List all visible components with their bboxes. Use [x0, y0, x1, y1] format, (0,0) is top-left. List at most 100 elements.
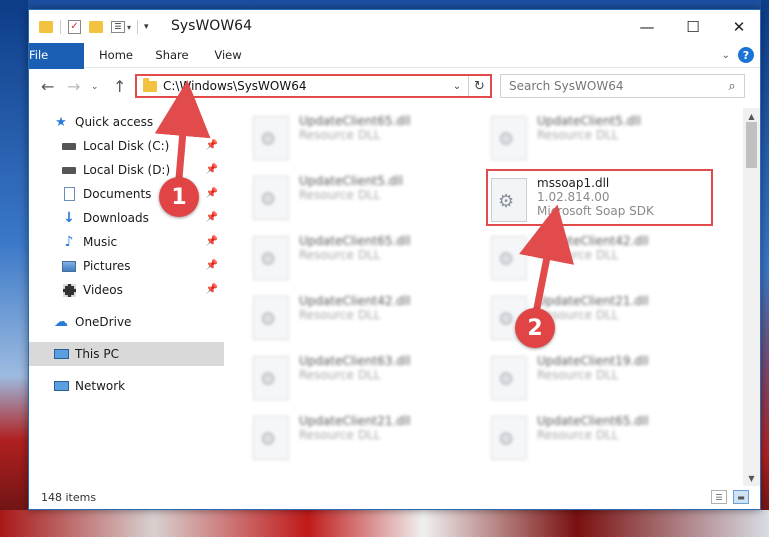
- dll-file-icon: ⚙: [253, 176, 289, 220]
- file-name: UpdateClient19.dll: [537, 354, 649, 368]
- file-name: UpdateClient21.dll: [299, 414, 411, 428]
- network-icon: [53, 379, 69, 393]
- chevron-down-icon[interactable]: ⌄: [450, 81, 464, 92]
- sidebar-item-downloads[interactable]: ↓ Downloads 📌: [29, 206, 224, 230]
- dll-file-icon: ⚙: [491, 416, 527, 460]
- dll-file-icon: ⚙: [253, 116, 289, 160]
- file-description: Resource DLL: [299, 368, 381, 382]
- list-item[interactable]: ⚙ UpdateClient65.dll Resource DLL: [491, 414, 711, 470]
- customize-icon[interactable]: ☰: [111, 21, 125, 33]
- download-icon: ↓: [63, 210, 75, 226]
- file-name: UpdateClient65.dll: [537, 414, 649, 428]
- sidebar-item-local-disk-d[interactable]: Local Disk (D:) 📌: [29, 158, 224, 182]
- sidebar-item-label: Documents: [83, 187, 152, 201]
- search-box[interactable]: ⌕: [500, 74, 745, 98]
- separator: [137, 20, 139, 34]
- file-name: UpdateClient65.dll: [299, 234, 411, 248]
- sidebar-item-label: This PC: [75, 347, 119, 361]
- vertical-scrollbar[interactable]: ▲ ▼: [743, 108, 760, 486]
- search-icon[interactable]: ⌕: [720, 79, 744, 94]
- pin-icon[interactable]: 📌: [206, 188, 218, 199]
- properties-icon[interactable]: ✓: [68, 20, 81, 34]
- list-item[interactable]: ⚙ UpdateClient5.dll Resource DLL: [491, 114, 711, 170]
- sidebar-item-label: Pictures: [83, 259, 131, 273]
- pin-icon[interactable]: 📌: [206, 212, 218, 223]
- ribbon-controls: ⌄ ?: [722, 47, 754, 63]
- drive-icon: [61, 139, 77, 153]
- chevron-down-icon[interactable]: ▾: [127, 23, 131, 32]
- sidebar-item-this-pc[interactable]: This PC: [29, 342, 224, 366]
- large-icons-view-icon[interactable]: ▬: [733, 490, 749, 504]
- dropdown-icon[interactable]: ▾: [144, 22, 149, 32]
- pin-icon[interactable]: 📌: [206, 164, 218, 175]
- file-description: Resource DLL: [299, 308, 381, 322]
- sidebar-item-label: Local Disk (D:): [83, 163, 171, 177]
- sidebar-item-label: Downloads: [83, 211, 149, 225]
- file-name: UpdateClient63.dll: [299, 354, 411, 368]
- drive-icon: [61, 163, 77, 177]
- pin-icon[interactable]: 📌: [206, 236, 218, 247]
- forward-arrow-icon[interactable]: →: [67, 77, 80, 96]
- list-item[interactable]: ⚙ UpdateClient65.dll Resource DLL: [253, 114, 473, 170]
- file-name: UpdateClient65.dll: [299, 114, 411, 128]
- search-input[interactable]: [509, 79, 720, 93]
- list-item[interactable]: ⚙ UpdateClient65.dll Resource DLL: [253, 234, 473, 290]
- up-arrow-icon[interactable]: ↑: [113, 77, 126, 96]
- sidebar-item-network[interactable]: Network: [29, 374, 224, 398]
- scroll-down-icon[interactable]: ▼: [743, 470, 760, 486]
- back-arrow-icon[interactable]: ←: [41, 77, 54, 96]
- sidebar-item-label: Videos: [83, 283, 123, 297]
- file-list: ⚙ UpdateClient65.dll Resource DLL ⚙ Updat…: [225, 108, 737, 478]
- video-icon: [61, 283, 77, 297]
- pin-icon[interactable]: 📌: [206, 140, 218, 151]
- status-bar: 148 items ☰ ▬: [29, 486, 760, 509]
- list-item[interactable]: ⚙ UpdateClient42.dll Resource DLL: [253, 294, 473, 350]
- expand-ribbon-icon[interactable]: ⌄: [722, 50, 730, 61]
- navigation-bar: ← → ⌄ ↑ C:\Windows\SysWOW64 ⌄ ↻ ⌕: [29, 69, 760, 103]
- list-item[interactable]: ⚙ UpdateClient63.dll Resource DLL: [253, 354, 473, 410]
- pin-icon[interactable]: 📌: [206, 260, 218, 271]
- address-path[interactable]: C:\Windows\SysWOW64: [163, 79, 450, 93]
- refresh-icon[interactable]: ↻: [468, 76, 490, 96]
- file-name: UpdateClient42.dll: [537, 234, 649, 248]
- details-view-icon[interactable]: ☰: [711, 490, 727, 504]
- sidebar-item-pictures[interactable]: Pictures 📌: [29, 254, 224, 278]
- list-item[interactable]: ⚙ UpdateClient5.dll Resource DLL: [253, 174, 473, 230]
- tab-share[interactable]: Share: [147, 43, 197, 68]
- new-folder-icon[interactable]: [89, 21, 103, 33]
- sidebar-item-label: OneDrive: [75, 315, 132, 329]
- dll-file-icon: ⚙: [253, 416, 289, 460]
- list-item[interactable]: ⚙ UpdateClient19.dll Resource DLL: [491, 354, 711, 410]
- minimize-button[interactable]: —: [624, 10, 670, 43]
- pin-icon[interactable]: 📌: [206, 284, 218, 295]
- sidebar-item-onedrive[interactable]: ☁ OneDrive: [29, 310, 224, 334]
- sidebar-item-local-disk-c[interactable]: Local Disk (C:) 📌: [29, 134, 224, 158]
- highlight-box-mssoap1: [486, 169, 713, 226]
- scroll-thumb[interactable]: [746, 122, 757, 168]
- maximize-button[interactable]: ☐: [670, 10, 716, 43]
- folder-icon[interactable]: [39, 21, 53, 33]
- explorer-window: ✓ ☰ ▾ ▾ SysWOW64 — ☐ ✕ File Home Share V…: [28, 9, 761, 510]
- annotation-badge-2: 2: [515, 308, 555, 348]
- dll-file-icon: ⚙: [491, 356, 527, 400]
- sidebar-item-quick-access[interactable]: ★ Quick access: [29, 110, 224, 134]
- sidebar-item-music[interactable]: ♪ Music 📌: [29, 230, 224, 254]
- separator: [60, 20, 61, 34]
- list-item[interactable]: ⚙ UpdateClient21.dll Resource DLL: [253, 414, 473, 470]
- tab-home[interactable]: Home: [91, 43, 141, 68]
- file-description: Resource DLL: [299, 188, 381, 202]
- recent-locations-icon[interactable]: ⌄: [91, 82, 99, 92]
- ribbon: File Home Share View ⌄ ?: [29, 43, 760, 99]
- help-icon[interactable]: ?: [738, 47, 754, 63]
- sidebar-item-label: Music: [83, 235, 118, 249]
- file-name: UpdateClient5.dll: [537, 114, 641, 128]
- list-item[interactable]: ⚙ UpdateClient42.dll Resource DLL: [491, 234, 711, 290]
- close-button[interactable]: ✕: [716, 10, 760, 43]
- tab-view[interactable]: View: [203, 43, 253, 68]
- dll-file-icon: ⚙: [253, 356, 289, 400]
- item-count: 148 items: [41, 491, 97, 504]
- sidebar-item-videos[interactable]: Videos 📌: [29, 278, 224, 302]
- desktop-background-left: [0, 0, 28, 537]
- file-name: UpdateClient42.dll: [299, 294, 411, 308]
- address-bar[interactable]: C:\Windows\SysWOW64 ⌄ ↻: [135, 74, 492, 98]
